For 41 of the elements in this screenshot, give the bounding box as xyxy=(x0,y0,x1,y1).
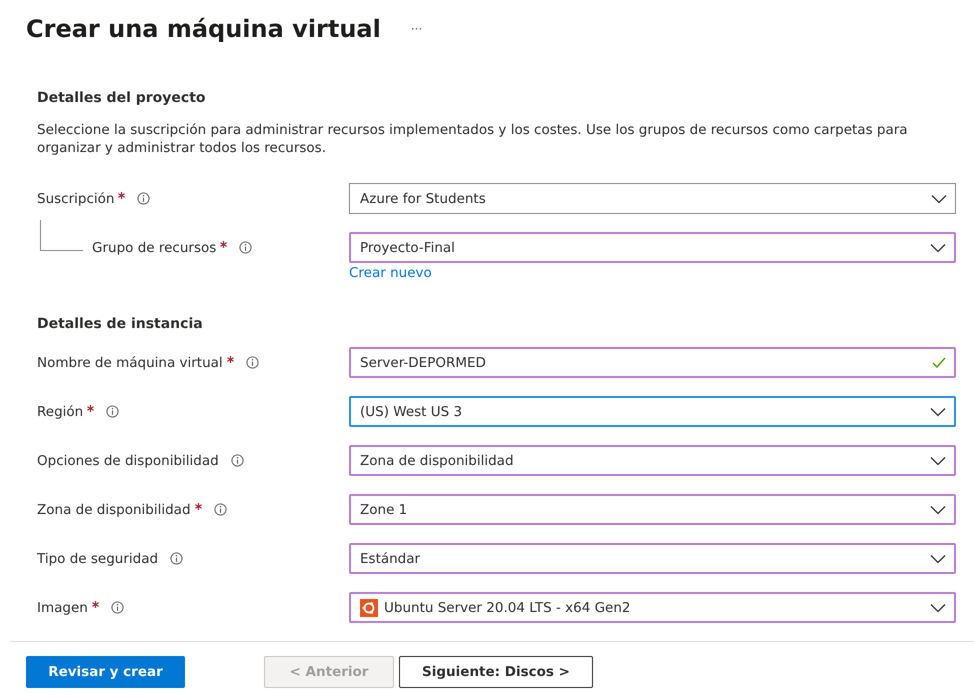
section-heading: Detalles de instancia xyxy=(37,315,204,334)
nav-button[interactable]: Siguiente: Discos > xyxy=(399,656,593,688)
chevron-down-icon[interactable] xyxy=(930,406,946,416)
field-label: Grupo de recursos xyxy=(92,240,216,256)
dropdown-field[interactable]: Ubuntu Server 20.04 LTS - x64 Gen2 xyxy=(349,592,956,623)
text-field[interactable]: Server-DEPORMED xyxy=(349,347,956,378)
dropdown-field[interactable]: Estándar xyxy=(349,543,956,574)
info-icon[interactable] xyxy=(137,192,150,205)
field-label: Región xyxy=(37,404,84,420)
info-icon[interactable] xyxy=(230,454,244,467)
dropdown-field[interactable]: Zone 1 xyxy=(349,494,956,525)
info-icon[interactable] xyxy=(246,356,259,369)
dropdown-field[interactable]: Azure for Students xyxy=(349,183,956,214)
create-new-link[interactable]: Crear nuevo xyxy=(349,265,432,281)
section-heading: Detalles del proyecto xyxy=(37,89,207,108)
info-icon[interactable] xyxy=(170,552,184,565)
ubuntu-logo-icon xyxy=(360,598,378,616)
field-label: Suscripción xyxy=(37,190,114,206)
info-icon[interactable] xyxy=(106,405,120,418)
more-options-icon[interactable]: ··· xyxy=(410,22,422,36)
info-icon[interactable] xyxy=(110,601,124,614)
chevron-down-icon[interactable] xyxy=(930,504,946,514)
dropdown-field[interactable]: (US) West US 3 xyxy=(349,396,956,427)
chevron-down-icon[interactable] xyxy=(931,194,947,204)
field-label: Imagen xyxy=(37,600,88,616)
info-icon[interactable] xyxy=(214,503,227,516)
section-description: Seleccione la suscripción para administrar recursos implementados y los costes. Use los grupos de recursos como carpetas para organizar y administrar todos los recursos. xyxy=(37,121,909,157)
dropdown-field[interactable]: Proyecto-Final xyxy=(349,232,956,263)
review-create-button[interactable]: Revisar y crear xyxy=(26,656,185,688)
field-label: Opciones de disponibilidad xyxy=(37,452,219,468)
chevron-down-icon[interactable] xyxy=(930,602,946,612)
info-icon[interactable] xyxy=(239,241,252,254)
chevron-down-icon[interactable] xyxy=(930,456,946,466)
field-label: Nombre de máquina virtual xyxy=(37,354,223,370)
tree-connector-line xyxy=(40,220,83,250)
chevron-down-icon[interactable] xyxy=(930,554,946,564)
page-title: Crear una máquina virtual xyxy=(26,15,381,43)
field-label: Zona de disponibilidad xyxy=(37,502,191,518)
chevron-down-icon[interactable] xyxy=(930,242,946,252)
dropdown-field[interactable]: Zona de disponibilidad xyxy=(349,445,956,476)
field-label: Tipo de seguridad xyxy=(37,550,158,566)
